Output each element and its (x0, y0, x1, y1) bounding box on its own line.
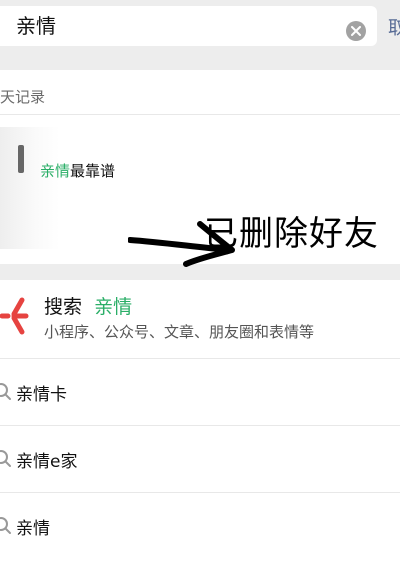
suggestion-label: 亲情e家 (16, 452, 78, 472)
cancel-label: 取消 (388, 18, 400, 39)
clear-icon[interactable] (346, 21, 366, 41)
suggestion-item[interactable]: 亲情 (0, 493, 400, 559)
chat-title: 亲情最靠谱 (40, 160, 115, 181)
chat-records-section: 天记录 亲情最靠谱 已删除好友 (0, 70, 400, 267)
search-input[interactable]: 亲情 (0, 6, 377, 46)
search-icon (0, 383, 11, 400)
chat-title-highlight: 亲情 (40, 162, 71, 180)
section-title-chat-records: 天记录 (0, 88, 46, 106)
search-bar: 亲情 取消 (0, 0, 400, 54)
search-one-icon (0, 297, 29, 335)
suggestion-label: 亲情卡 (16, 385, 67, 405)
search-one-prefix: 搜索 (44, 296, 83, 318)
annotation-text: 已删除好友 (204, 214, 379, 254)
search-one-subtitle: 小程序、公众号、文章、朋友圈和表情等 (44, 323, 315, 341)
search-icon (0, 450, 11, 467)
search-icon (0, 517, 11, 534)
avatar (0, 127, 60, 249)
search-query-text: 亲情 (16, 14, 56, 38)
search-one-keyword: 亲情 (94, 296, 133, 318)
chat-title-rest: 最靠谱 (70, 162, 116, 180)
search-one-title: 搜索 亲情 (44, 292, 132, 319)
suggestions-section: 搜索 亲情 小程序、公众号、文章、朋友圈和表情等 亲情卡 亲情e家 亲情 (0, 280, 400, 567)
cancel-button[interactable]: 取消 (388, 14, 400, 45)
suggestion-item[interactable]: 亲情e家 (0, 426, 400, 492)
search-one-row[interactable]: 搜索 亲情 小程序、公众号、文章、朋友圈和表情等 (0, 280, 400, 358)
suggestion-label: 亲情 (16, 519, 50, 539)
suggestion-item[interactable]: 亲情卡 (0, 359, 400, 425)
